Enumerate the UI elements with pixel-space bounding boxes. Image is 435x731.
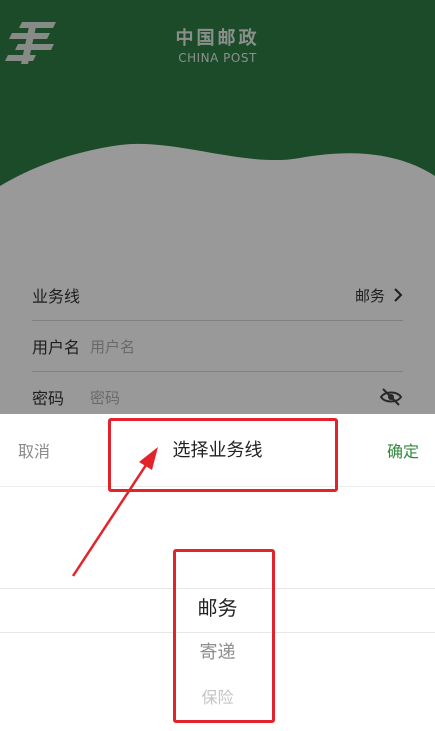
confirm-button[interactable]: 确定 [387,438,419,462]
options-highlight-box [173,549,275,723]
title-highlight-box [108,418,338,492]
